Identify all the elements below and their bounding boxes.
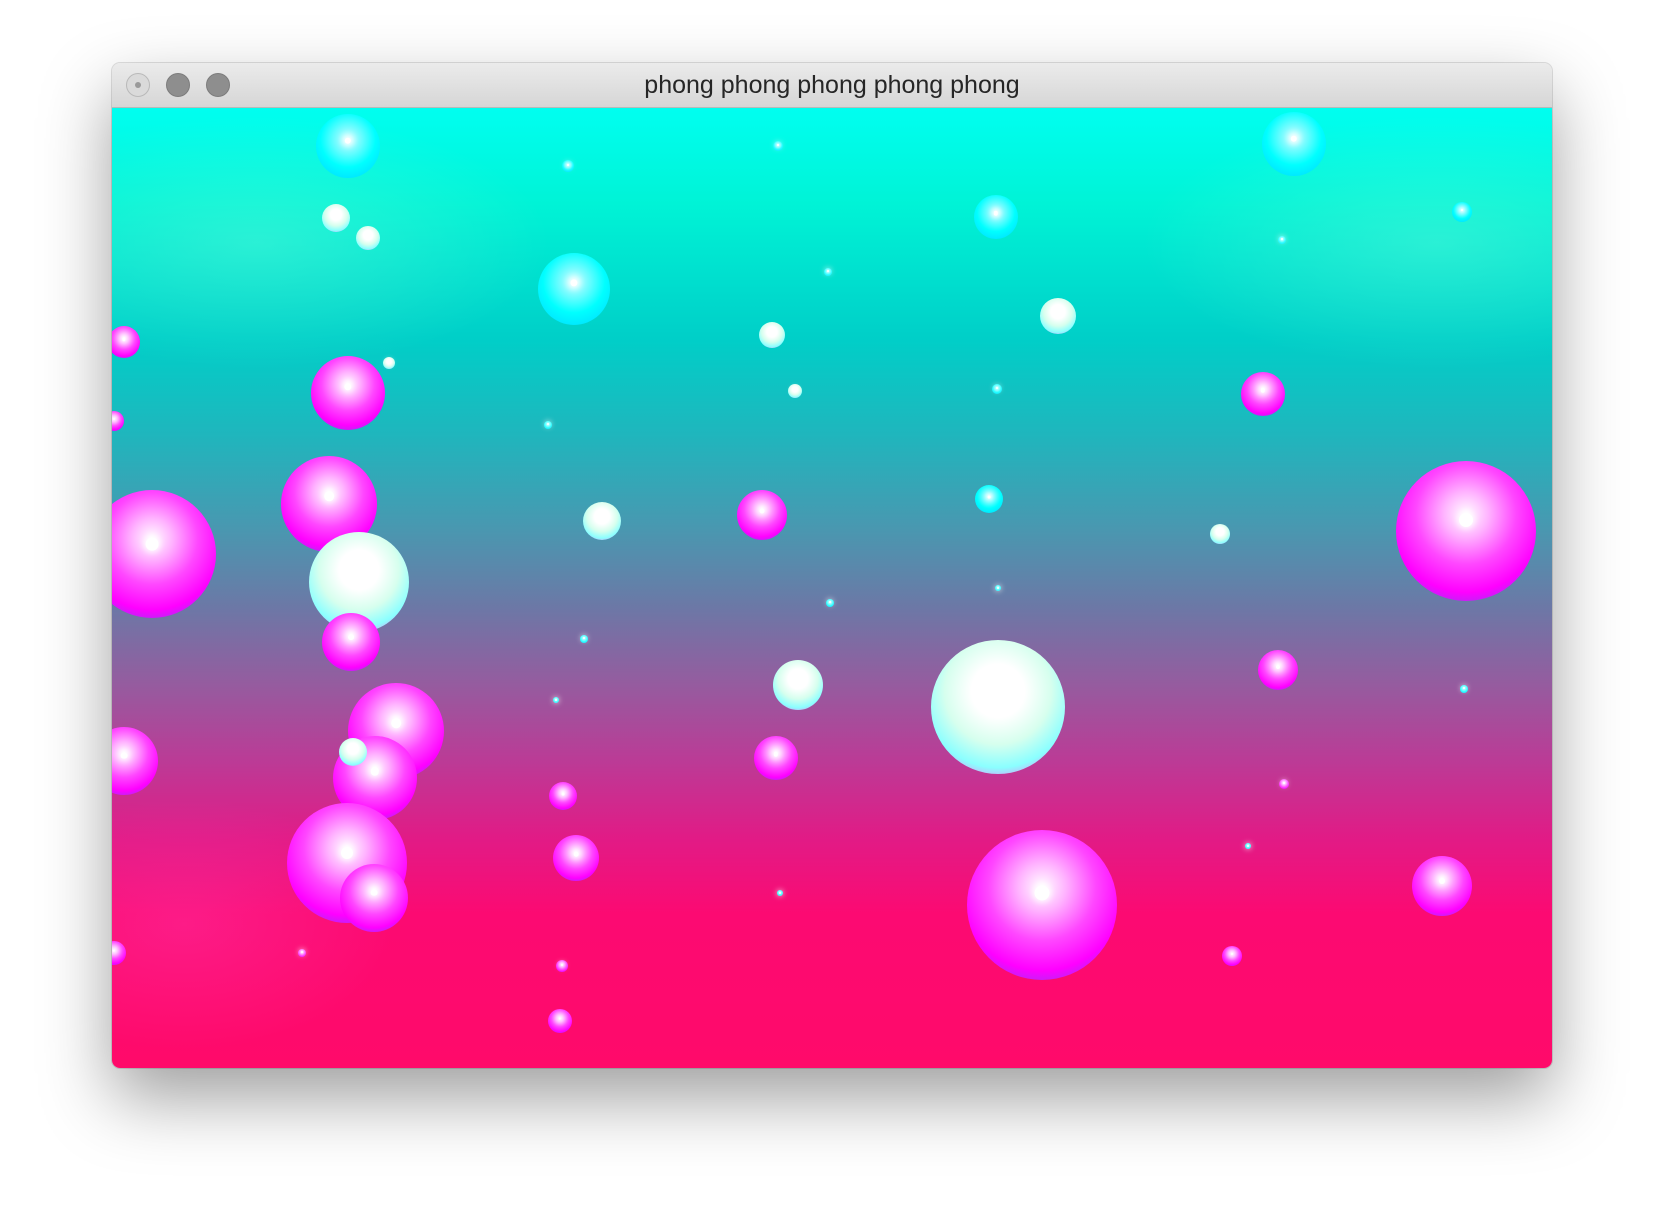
render-viewport[interactable]	[112, 108, 1552, 1068]
sphere	[773, 660, 823, 710]
app-window: phong phong phong phong phong	[112, 63, 1552, 1068]
sphere	[1040, 298, 1076, 334]
sphere	[1241, 372, 1285, 416]
sphere	[754, 736, 798, 780]
sphere	[538, 253, 610, 325]
sphere	[112, 411, 124, 431]
sphere	[553, 835, 599, 881]
sphere	[1412, 856, 1472, 916]
sphere	[931, 640, 1065, 774]
sphere	[777, 890, 783, 896]
sphere	[553, 697, 559, 703]
sphere	[826, 599, 834, 607]
sphere	[1245, 843, 1251, 849]
sphere	[580, 635, 588, 643]
sphere	[1222, 946, 1242, 966]
sphere	[824, 268, 832, 276]
sphere	[995, 585, 1001, 591]
sphere	[562, 160, 574, 172]
sphere	[759, 322, 785, 348]
sphere	[737, 490, 787, 540]
title-bar[interactable]: phong phong phong phong phong	[112, 63, 1552, 108]
sphere	[112, 727, 158, 795]
sphere	[339, 738, 367, 766]
sphere	[340, 864, 408, 932]
sphere	[548, 1009, 572, 1033]
sphere	[974, 195, 1018, 239]
sphere	[383, 357, 395, 369]
sphere	[1396, 461, 1536, 601]
sphere	[316, 114, 380, 178]
sphere	[967, 830, 1117, 980]
sphere	[1278, 236, 1286, 244]
sphere	[773, 141, 783, 151]
sphere	[992, 384, 1002, 394]
sphere	[1460, 685, 1468, 693]
sphere	[1452, 202, 1472, 222]
sphere	[975, 485, 1003, 513]
sphere	[112, 326, 140, 358]
sphere	[556, 960, 568, 972]
sphere	[1258, 650, 1298, 690]
sphere	[1210, 524, 1230, 544]
sphere	[322, 204, 350, 232]
sphere	[544, 421, 552, 429]
sphere	[549, 782, 577, 810]
sphere	[356, 226, 380, 250]
sphere	[322, 613, 380, 671]
sphere	[788, 384, 802, 398]
sphere	[298, 949, 306, 957]
sphere	[112, 941, 126, 965]
sphere	[1262, 112, 1326, 176]
sphere	[1279, 779, 1289, 789]
sphere	[112, 490, 216, 618]
sphere	[583, 502, 621, 540]
sphere	[311, 356, 385, 430]
window-title: phong phong phong phong phong	[644, 71, 1020, 99]
